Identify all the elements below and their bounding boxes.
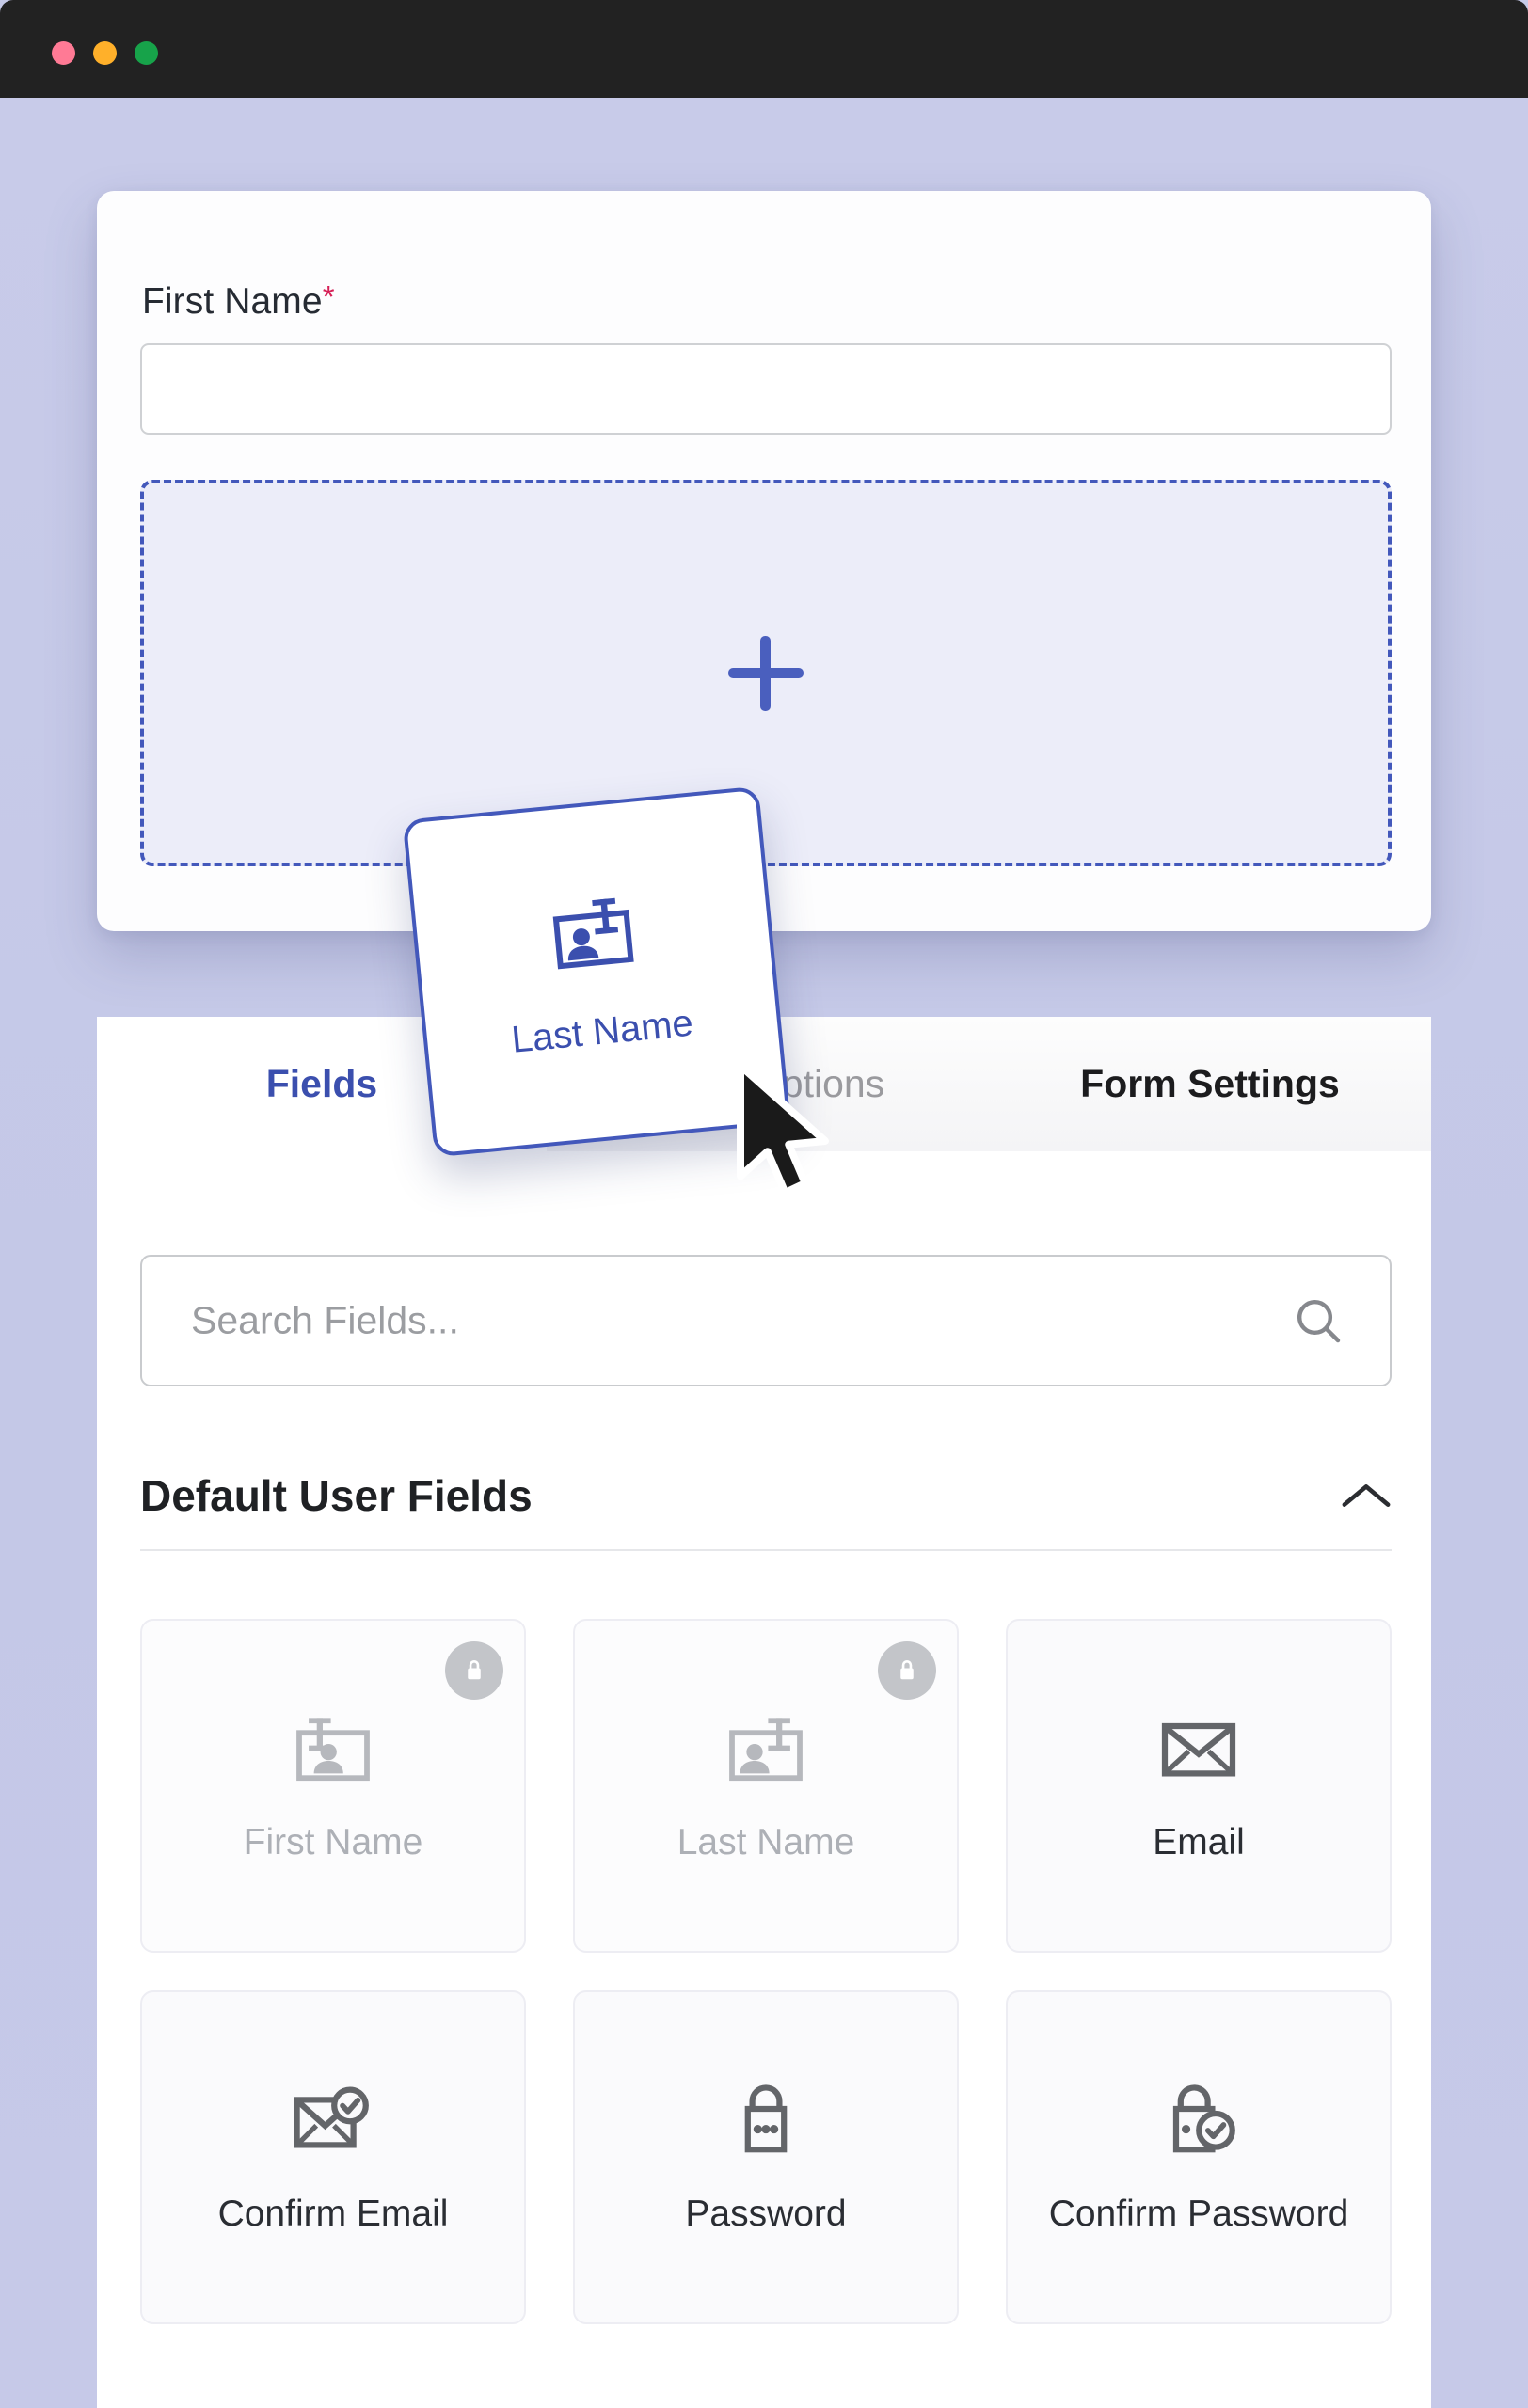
field-tile-grid: First Name Last Name Email Confirm Email… [140, 1619, 1392, 2324]
id-badge-icon [729, 1717, 803, 1781]
search-input[interactable]: Search Fields... [191, 1299, 459, 1343]
envelope-icon [1161, 1722, 1236, 1777]
envelope-check-icon [294, 2085, 369, 2148]
section-divider [140, 1549, 1392, 1551]
field-tile-password[interactable]: Password [573, 1990, 959, 2324]
dragged-field-card[interactable]: Last Name [402, 785, 791, 1158]
field-tile-first-name[interactable]: First Name [140, 1619, 526, 1953]
first-name-label-text: First Name [142, 281, 323, 322]
field-tile-label: First Name [243, 1821, 423, 1862]
fields-panel: Fields Form Options Form Settings Search… [97, 1017, 1431, 2408]
minimize-window-button[interactable] [93, 41, 117, 65]
chevron-up-icon[interactable] [1341, 1480, 1392, 1512]
padlock-check-icon [1172, 2083, 1235, 2152]
lock-icon [900, 1660, 914, 1680]
form-preview-card: First Name* [97, 191, 1431, 931]
id-badge-icon [552, 897, 634, 969]
required-asterisk: * [322, 279, 335, 314]
field-tile-last-name[interactable]: Last Name [573, 1619, 959, 1953]
lock-icon [468, 1660, 481, 1680]
padlock-dots-icon [744, 2083, 788, 2152]
field-tile-confirm-email[interactable]: Confirm Email [140, 1990, 526, 2324]
lock-badge [878, 1641, 936, 1700]
field-tile-email[interactable]: Email [1006, 1619, 1392, 1953]
field-tile-label: Password [685, 2193, 847, 2234]
field-tile-label: Last Name [676, 1821, 855, 1862]
window-titlebar [0, 0, 1528, 98]
field-tile-label: Confirm Email [217, 2193, 449, 2234]
id-badge-icon [296, 1717, 370, 1781]
tab-form-settings[interactable]: Form Settings [989, 1017, 1431, 1151]
app-window: First Name* Fields Form Options Form Set… [0, 0, 1528, 2408]
traffic-light-group [52, 41, 158, 65]
dragged-field-label: Last Name [509, 1002, 695, 1061]
search-fields-box[interactable]: Search Fields... [140, 1255, 1392, 1386]
first-name-label: First Name* [142, 281, 335, 323]
lock-badge [445, 1641, 503, 1700]
default-user-fields-header[interactable]: Default User Fields [140, 1450, 1392, 1542]
close-window-button[interactable] [52, 41, 75, 65]
zoom-window-button[interactable] [135, 41, 158, 65]
field-tile-label: Confirm Password [1048, 2193, 1349, 2234]
field-tile-confirm-password[interactable]: Confirm Password [1006, 1990, 1392, 2324]
field-tile-label: Email [1153, 1821, 1245, 1862]
search-icon[interactable] [1292, 1294, 1345, 1347]
field-dropzone[interactable] [140, 480, 1392, 866]
section-title: Default User Fields [140, 1471, 533, 1520]
plus-icon [728, 635, 804, 711]
first-name-input[interactable] [140, 343, 1392, 435]
